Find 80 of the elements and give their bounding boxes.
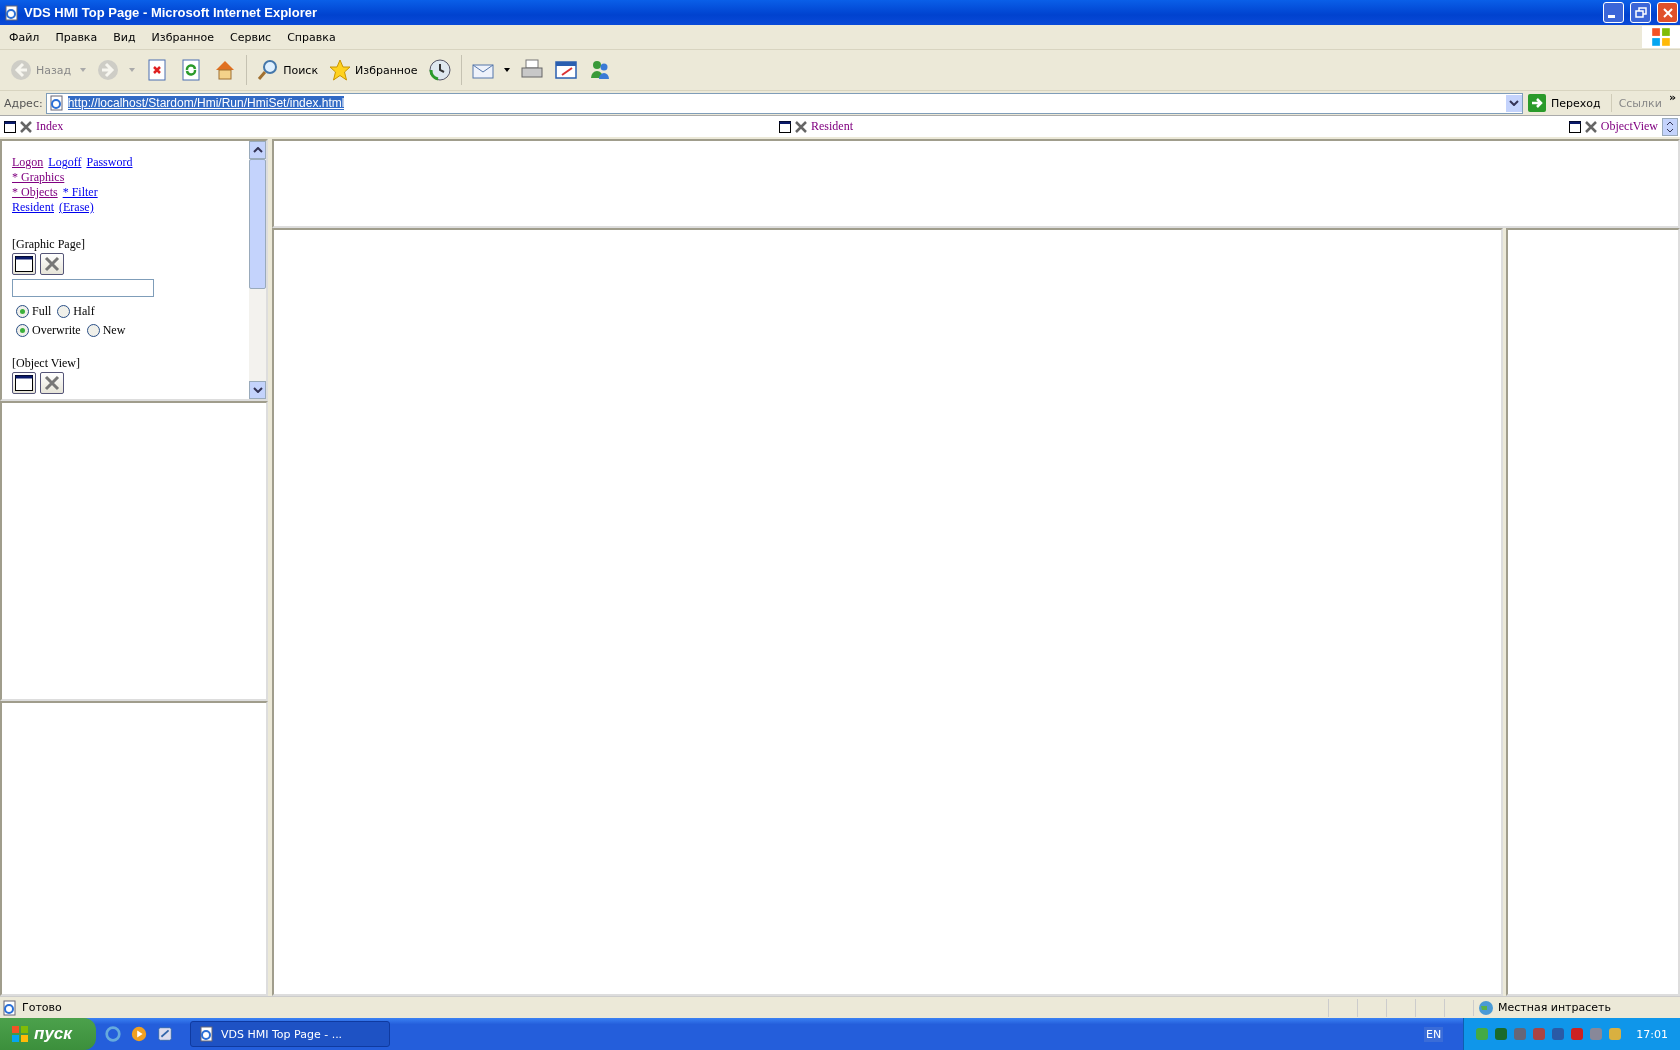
nav-link[interactable]: Logoff [48,155,82,170]
chevron-button[interactable]: » [1668,91,1676,104]
flag-logo-icon [10,1024,30,1044]
flag-logo-icon [1642,26,1680,48]
minimize-button[interactable] [1603,2,1624,23]
nav-link[interactable]: (Erase) [59,200,94,215]
clock: 17:01 [1636,1027,1668,1041]
window-icon [15,375,33,391]
close-icon [44,375,60,391]
chevron-down-icon [252,387,263,393]
radio-button[interactable] [16,305,29,318]
radio-label: New [102,323,126,338]
radio-button[interactable] [57,305,71,318]
address-field[interactable]: http://localhost/Stardom/Hmi/Run/HmiSet/index.html [45,92,1523,114]
nav-link[interactable]: Password [86,155,133,170]
frame-link[interactable]: Index [36,119,64,134]
star-icon [328,58,353,82]
window-icon[interactable] [1568,120,1581,133]
address-label: Адрес: [4,96,43,110]
radio-button[interactable] [16,324,29,337]
menu-item[interactable]: Вид [104,30,143,44]
media-player-icon[interactable] [130,1025,148,1043]
close-window-button[interactable] [40,372,64,394]
menu-item[interactable]: Сервис [221,30,279,44]
nav-link[interactable]: Resident [12,200,54,215]
window-icon[interactable] [4,120,16,133]
page-name-field[interactable] [12,279,154,297]
page-icon [48,95,65,111]
search-button[interactable]: Поиск [253,56,322,84]
section-heading: [Graphic Page] [12,237,86,252]
taskbar-button[interactable]: VDS HMI Top Page - ... [190,1021,390,1047]
nav-link[interactable]: * Filter [62,185,98,200]
window-icon[interactable] [779,120,792,133]
menu-item[interactable]: Избранное [142,30,222,44]
right-arrow-icon [1528,94,1546,112]
open-window-button[interactable] [12,253,36,275]
window-title: VDS HMI Top Page - Microsoft Internet Explorer [24,5,317,20]
section-heading: [Object View] [12,356,82,371]
menu-item[interactable]: Правка [46,30,105,44]
close-button[interactable] [1657,2,1678,23]
close-icon[interactable] [1584,120,1597,133]
start-button[interactable]: пуск [0,1018,96,1050]
edit-icon [553,58,578,82]
close-icon[interactable] [795,120,808,133]
chevron-down-icon [1509,100,1519,106]
scrollbar[interactable] [249,141,266,399]
frame-link[interactable]: Resident [811,119,854,134]
page-icon [199,1026,215,1042]
radio-button[interactable] [86,324,100,337]
frame-link[interactable]: ObjectView [1600,119,1658,134]
nav-link[interactable]: * Graphics [12,170,65,185]
restore-icon [1634,6,1647,19]
favorites-button[interactable]: Избранное [325,56,421,84]
close-icon [44,256,60,272]
page-icon [4,4,20,21]
restore-button[interactable] [1630,2,1651,23]
radio-label: Half [73,304,95,319]
close-icon[interactable] [20,120,32,133]
nav-link[interactable]: Logon [12,155,44,170]
go-button[interactable]: Переход [1526,94,1612,112]
window-icon [15,256,33,272]
radio-label: Overwrite [32,323,81,338]
menu-item[interactable]: Справка [278,30,343,44]
page-icon [2,999,18,1016]
spin-control[interactable] [1662,117,1678,136]
radio-label: Full [32,304,52,319]
nav-link[interactable]: * Objects [12,185,58,200]
menu-item[interactable]: Файл [0,30,47,44]
close-icon [1661,6,1674,19]
language-indicator[interactable]: EN [1424,1026,1444,1042]
open-window-button[interactable] [12,372,36,394]
chevron-up-icon [252,147,263,153]
minimize-icon [1608,15,1615,18]
close-window-button[interactable] [40,253,64,275]
zone-text: Местная интрасеть [1498,1001,1611,1014]
globe-icon [1478,999,1494,1016]
status-text: Готово [22,1001,62,1014]
clock-icon [427,58,452,82]
desktop-icon[interactable] [156,1025,174,1043]
dropdown-button[interactable] [1506,94,1522,112]
